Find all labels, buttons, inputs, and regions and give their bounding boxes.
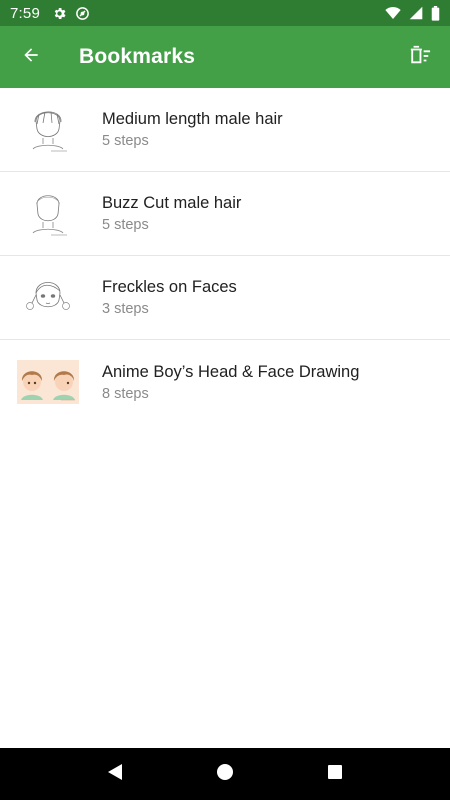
thumbnail [16, 189, 80, 239]
bookmark-text: Anime Boy’s Head & Face Drawing 8 steps [102, 361, 359, 404]
wifi-icon [385, 6, 401, 20]
thumbnail [16, 105, 80, 155]
sync-icon [75, 6, 90, 21]
bookmark-text: Medium length male hair 5 steps [102, 108, 283, 151]
bookmark-title: Anime Boy’s Head & Face Drawing [102, 362, 360, 381]
recents-square-icon [327, 764, 343, 785]
status-right-icons [385, 5, 440, 21]
screen: 7:59 Bookmarks Medium length male hair 5… [0, 0, 450, 800]
nav-back-button[interactable] [95, 754, 135, 794]
bookmark-title: Freckles on Faces [102, 278, 237, 296]
bookmark-title: Buzz Cut male hair [102, 194, 242, 212]
bookmark-item[interactable]: Medium length male hair 5 steps [0, 88, 450, 172]
gear-icon [52, 6, 67, 21]
page-title: Bookmarks [79, 45, 196, 68]
home-circle-icon [216, 763, 234, 786]
delete-sweep-icon [408, 44, 432, 71]
bookmark-item[interactable]: Anime Boy’s Head & Face Drawing 8 steps [0, 340, 450, 424]
bookmark-steps: 5 steps [102, 217, 149, 233]
signal-icon [409, 6, 423, 20]
bookmark-item[interactable]: Freckles on Faces 3 steps [0, 256, 450, 340]
bookmark-list: Medium length male hair 5 steps Buzz Cut… [0, 88, 450, 424]
bookmark-title: Medium length male hair [102, 110, 283, 128]
nav-recents-button[interactable] [315, 754, 355, 794]
bookmark-steps: 3 steps [102, 301, 149, 317]
back-button[interactable] [0, 26, 62, 88]
status-bar: 7:59 [0, 0, 450, 26]
app-bar: Bookmarks [0, 26, 450, 88]
arrow-back-icon [21, 45, 41, 70]
thumbnail [16, 357, 80, 407]
delete-all-bookmarks-button[interactable] [390, 26, 450, 88]
navigation-bar [0, 748, 450, 800]
bookmark-text: Buzz Cut male hair 5 steps [102, 192, 241, 235]
status-left-icons [52, 6, 90, 21]
bookmark-steps: 8 steps [102, 385, 149, 402]
bookmark-text: Freckles on Faces 3 steps [102, 276, 237, 319]
bookmark-item[interactable]: Buzz Cut male hair 5 steps [0, 172, 450, 256]
nav-home-button[interactable] [205, 754, 245, 794]
bookmark-steps: 5 steps [102, 133, 149, 149]
battery-icon [431, 5, 440, 21]
thumbnail [16, 273, 80, 323]
back-triangle-icon [106, 763, 124, 786]
status-time: 7:59 [10, 4, 40, 22]
